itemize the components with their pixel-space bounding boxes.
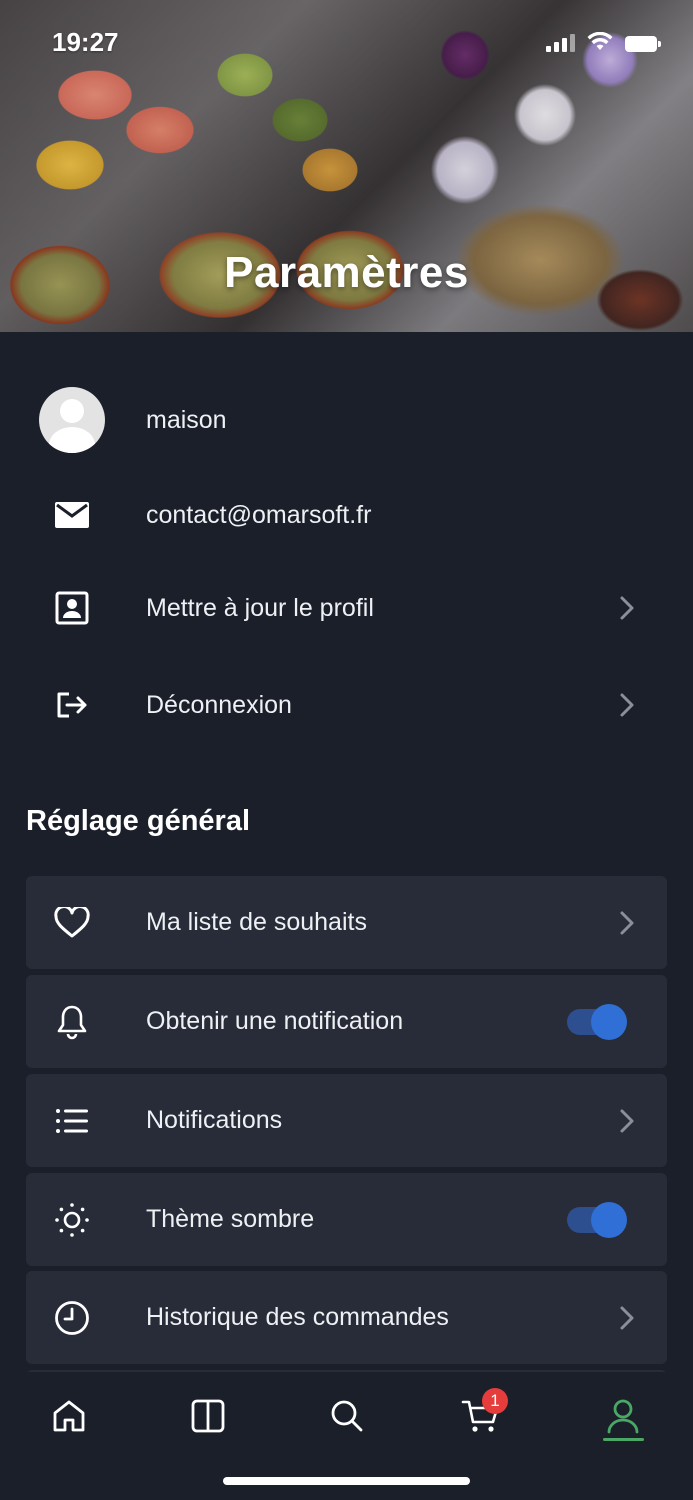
dark-theme-label: Thème sombre <box>146 1205 315 1233</box>
wishlist-label: Ma liste de souhaits <box>146 908 367 936</box>
chevron-right-icon <box>620 1306 634 1329</box>
order-history-row[interactable]: Historique des commandes <box>26 1271 667 1364</box>
account-user-row: maison <box>26 387 667 453</box>
home-indicator <box>223 1477 470 1485</box>
username-label: maison <box>146 405 227 434</box>
toggle-knob <box>591 1201 627 1238</box>
dark-theme-toggle[interactable] <box>567 1201 627 1238</box>
account-email-row: contact@omarsoft.fr <box>26 490 667 540</box>
chevron-right-icon <box>620 596 634 620</box>
general-settings-title: Réglage général <box>26 805 251 837</box>
nav-search[interactable] <box>312 1386 382 1446</box>
profile-card-icon <box>55 591 89 625</box>
active-tab-indicator <box>603 1438 644 1441</box>
profile-icon <box>607 1399 639 1434</box>
status-bar: 19:27 <box>0 0 693 84</box>
mail-icon <box>55 502 89 528</box>
notification-toggle[interactable] <box>567 1003 627 1040</box>
nav-profile[interactable] <box>588 1386 658 1446</box>
signal-icon <box>546 34 575 52</box>
update-profile-label: Mettre à jour le profil <box>146 593 374 622</box>
status-icons <box>546 32 661 52</box>
dark-theme-row: Thème sombre <box>26 1173 667 1266</box>
status-time: 19:27 <box>52 27 119 57</box>
nav-home[interactable] <box>34 1386 104 1446</box>
avatar <box>39 387 105 453</box>
logout-icon <box>57 692 87 718</box>
wifi-icon <box>587 32 613 50</box>
get-notification-row: Obtenir une notification <box>26 975 667 1068</box>
order-history-label: Historique des commandes <box>146 1303 449 1331</box>
logout-label: Déconnexion <box>146 690 292 719</box>
page-title: Paramètres <box>224 248 469 297</box>
sun-icon <box>55 1202 89 1237</box>
bell-icon <box>57 1005 87 1039</box>
email-label: contact@omarsoft.fr <box>146 500 372 529</box>
clock-icon <box>55 1300 89 1335</box>
chevron-right-icon <box>620 1109 634 1132</box>
wishlist-row[interactable]: Ma liste de souhaits <box>26 876 667 969</box>
heart-icon <box>54 906 90 937</box>
update-profile-row[interactable]: Mettre à jour le profil <box>26 583 667 633</box>
logout-row[interactable]: Déconnexion <box>26 680 667 730</box>
toggle-knob <box>591 1003 627 1040</box>
nav-categories[interactable] <box>173 1386 243 1446</box>
search-icon <box>331 1400 363 1432</box>
notifications-row[interactable]: Notifications <box>26 1074 667 1167</box>
get-notification-label: Obtenir une notification <box>146 1007 404 1035</box>
list-icon <box>56 1108 88 1133</box>
chevron-right-icon <box>620 911 634 934</box>
notifications-label: Notifications <box>146 1106 283 1134</box>
nav-cart[interactable]: 1 <box>446 1386 516 1446</box>
home-icon <box>53 1400 85 1432</box>
cart-count-badge: 1 <box>482 1388 508 1414</box>
chevron-right-icon <box>620 693 634 717</box>
battery-icon <box>625 36 661 52</box>
categories-icon <box>191 1399 225 1433</box>
